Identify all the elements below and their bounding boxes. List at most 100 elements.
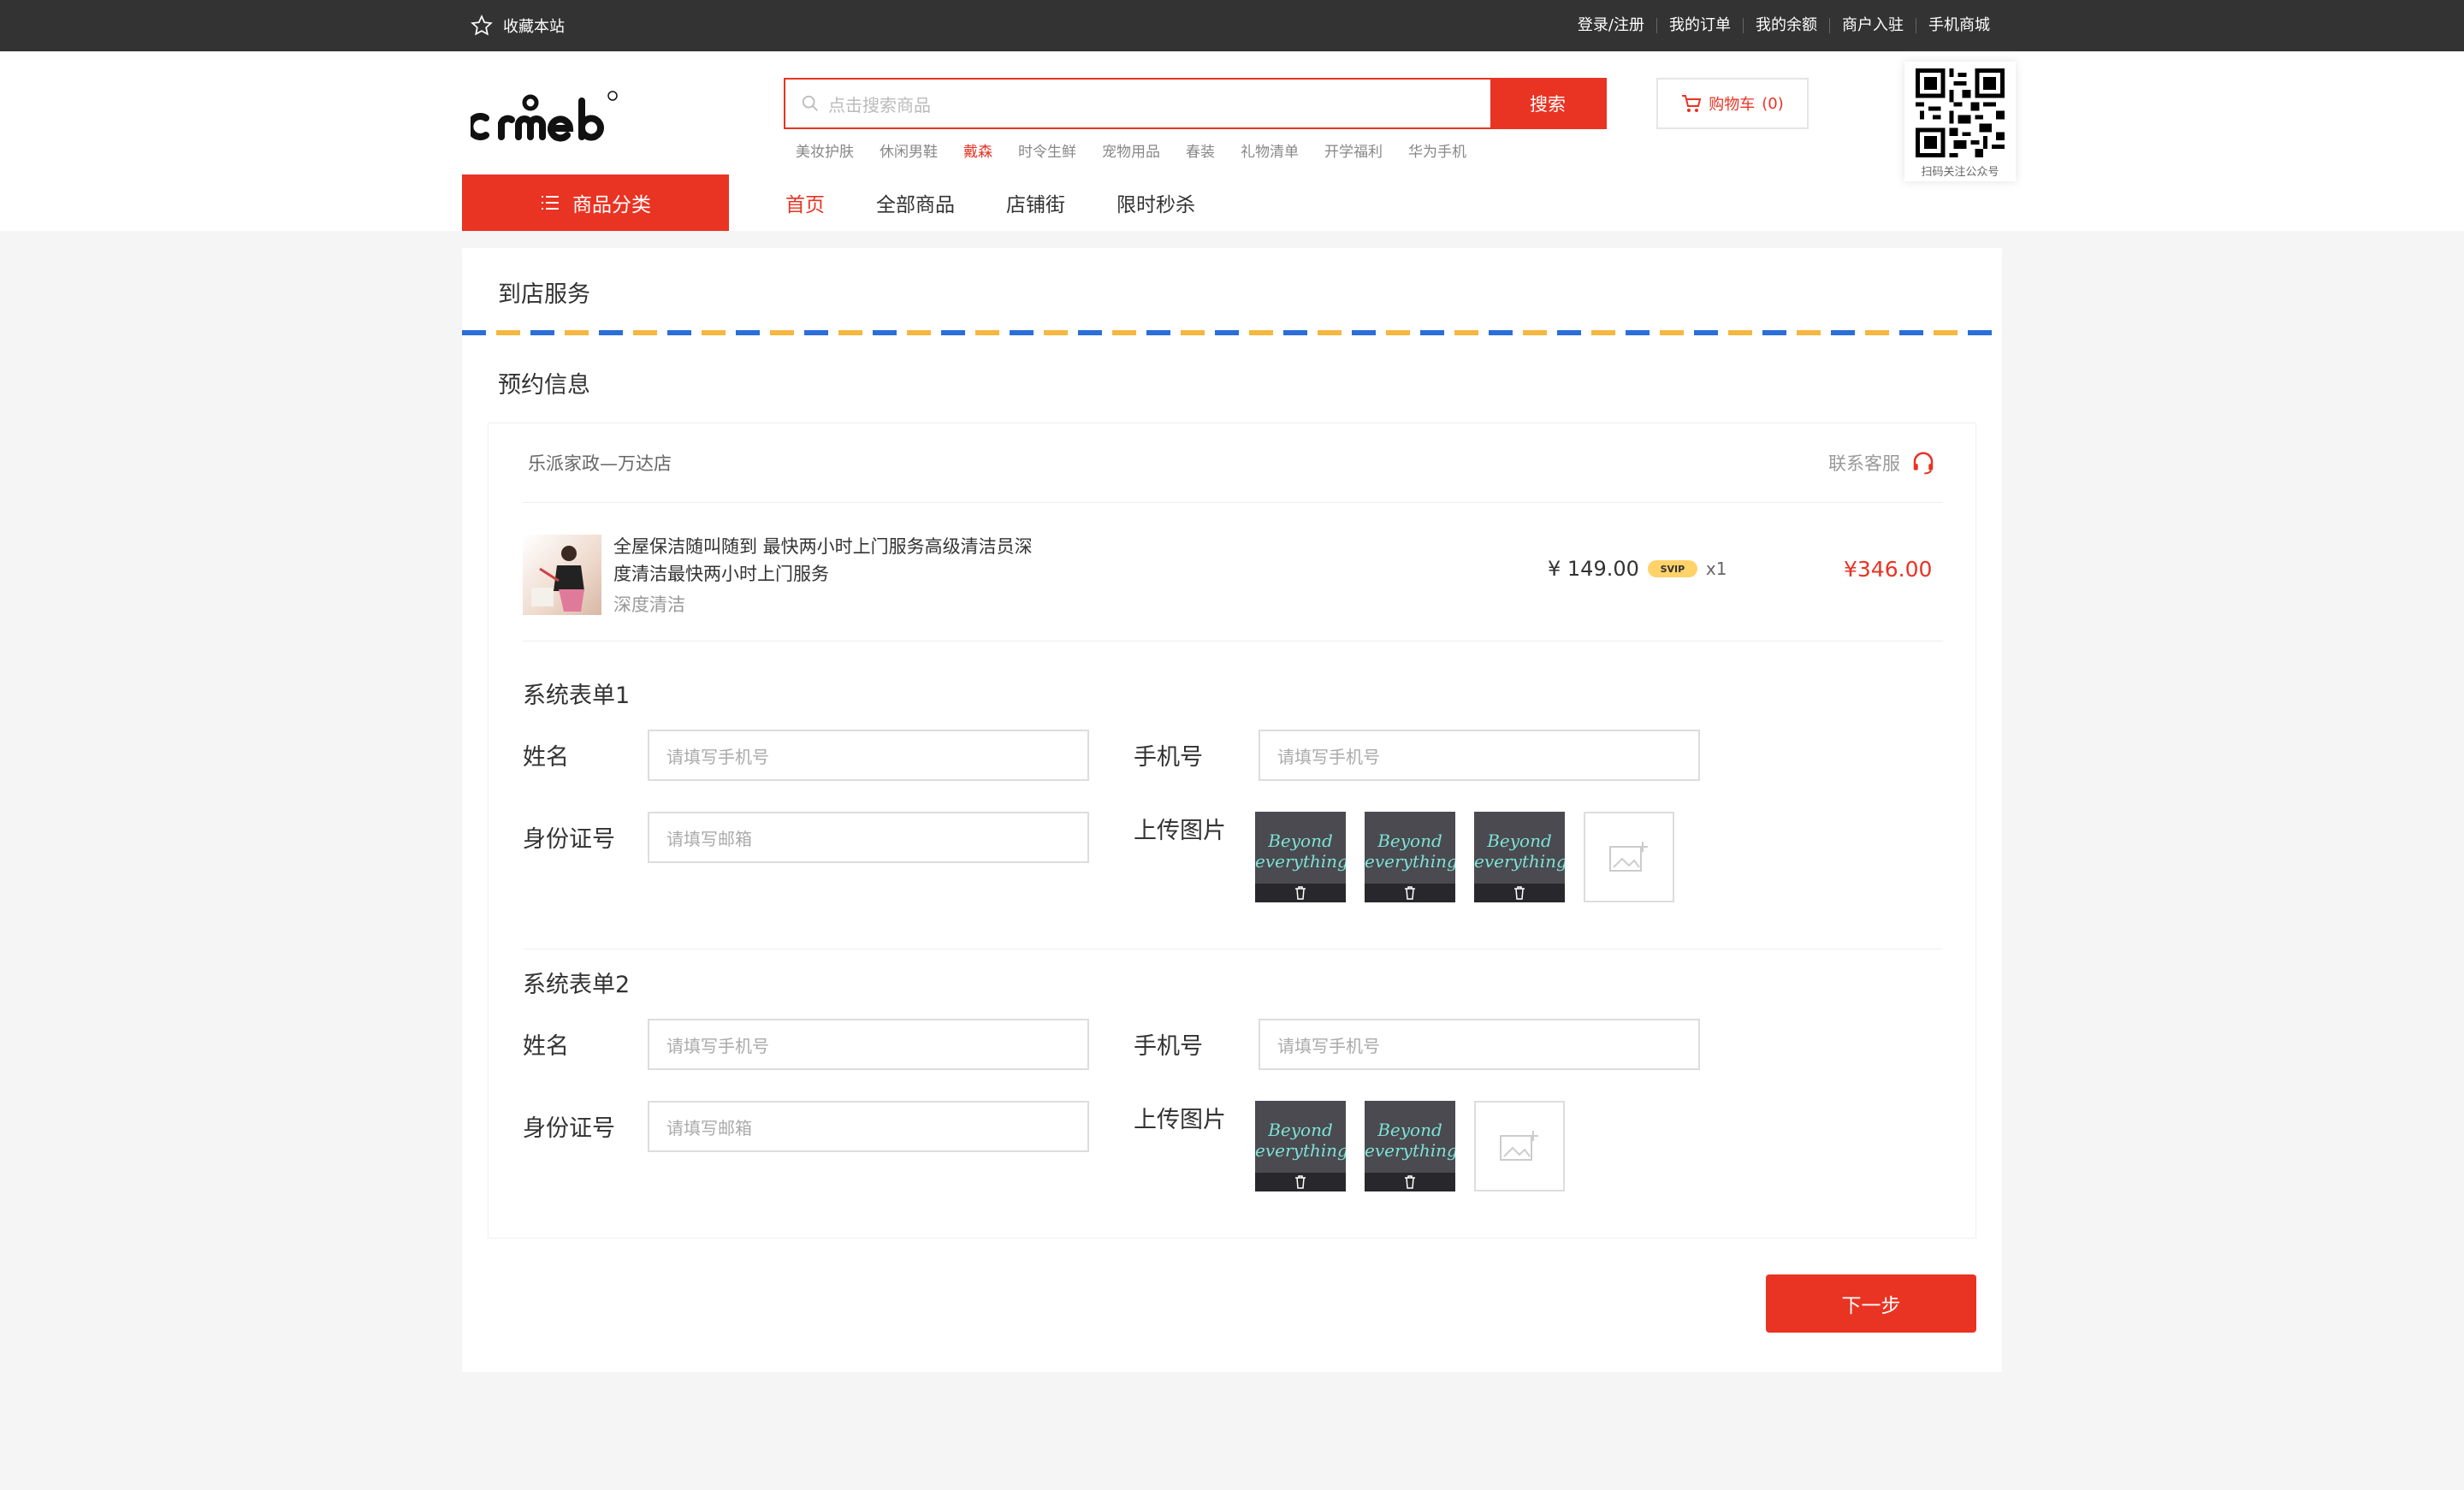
cart-count: (0): [1762, 94, 1784, 113]
delete-image-button[interactable]: [1365, 1173, 1455, 1191]
name-input[interactable]: 请填写手机号: [648, 730, 1089, 781]
phone-input[interactable]: 请填写手机号: [1259, 730, 1700, 781]
main-nav: 首页 全部商品 店铺街 限时秒杀: [785, 174, 1195, 231]
product-title[interactable]: 全屋保洁随叫随到 最快两小时上门服务高级清洁员深度清洁最快两小时上门服务: [613, 533, 1041, 588]
upload-label: 上传图片: [1134, 818, 1226, 844]
login-link[interactable]: 登录/注册: [1566, 18, 1656, 33]
hot-word[interactable]: 宠物用品: [1102, 139, 1160, 161]
search-button[interactable]: 搜索: [1490, 80, 1605, 127]
phone-label: 手机号: [1134, 744, 1203, 771]
crmeb-logo[interactable]: [471, 86, 625, 145]
next-step-button[interactable]: 下一步: [1766, 1274, 1976, 1333]
system-form-1: 系统表单1 姓名 请填写手机号 手机号 请填写手机号 身份证号 请填写邮箱 上传…: [523, 677, 1943, 959]
delete-image-button[interactable]: [1474, 884, 1565, 902]
search-input[interactable]: 点击搜索商品: [785, 80, 1490, 127]
cleaning-photo-icon: [531, 546, 584, 612]
name-placeholder: 请填写手机号: [666, 746, 769, 767]
divider: [523, 502, 1943, 503]
add-image-button[interactable]: [1474, 1101, 1565, 1191]
merchant-join-link[interactable]: 商户入驻: [1829, 18, 1916, 33]
product-total: ¥346.00: [1844, 557, 1933, 582]
nav-store-street[interactable]: 店铺街: [1006, 188, 1065, 217]
cart-button[interactable]: 购物车 (0): [1656, 78, 1809, 129]
name-label: 姓名: [523, 1033, 569, 1060]
add-image-icon: [1609, 842, 1648, 872]
cart-label: 购物车: [1709, 96, 1756, 114]
order-box: 乐派家政—万达店 联系客服 全屋保洁随叫随到 最快两小时上门服务高级清洁员深度清…: [488, 423, 1976, 1239]
search-placeholder: 点击搜索商品: [828, 94, 931, 115]
product-spec: 深度清洁: [613, 594, 685, 615]
mobile-mall-link[interactable]: 手机商城: [1916, 18, 2002, 33]
product-row: 全屋保洁随叫随到 最快两小时上门服务高级清洁员深度清洁最快两小时上门服务 深度清…: [489, 504, 1975, 641]
image-text: Beyond everything: [1365, 831, 1455, 872]
uploaded-image[interactable]: Beyond everything: [1474, 812, 1565, 902]
store-name[interactable]: 乐派家政—万达店: [528, 450, 672, 476]
nav-home[interactable]: 首页: [785, 188, 825, 217]
favorite-site[interactable]: 收藏本站: [471, 0, 565, 51]
hot-word-highlight[interactable]: 戴森: [963, 139, 992, 161]
delete-image-button[interactable]: [1255, 884, 1346, 902]
phone-placeholder: 请填写手机号: [1277, 746, 1380, 767]
hot-word[interactable]: 美妆护肤: [796, 139, 854, 161]
nav-all-products[interactable]: 全部商品: [876, 188, 955, 217]
list-icon: [542, 196, 559, 210]
divider: [523, 641, 1943, 642]
trash-icon: [1514, 886, 1525, 900]
svip-badge: SVIP: [1647, 560, 1697, 577]
nav-flash-sale[interactable]: 限时秒杀: [1116, 188, 1195, 217]
trash-icon: [1405, 1175, 1415, 1189]
phone-input[interactable]: 请填写手机号: [1259, 1019, 1700, 1070]
id-number-input[interactable]: 请填写邮箱: [648, 812, 1089, 863]
product-image[interactable]: [523, 535, 601, 615]
star-icon: [471, 15, 493, 36]
unit-price: ¥ 149.00: [1548, 557, 1639, 581]
uploaded-image[interactable]: Beyond everything: [1365, 812, 1455, 902]
name-label: 姓名: [523, 744, 569, 771]
system-form-2: 系统表单2 姓名 请填写手机号 手机号 请填写手机号 身份证号 请填写邮箱 上传…: [523, 966, 1943, 1231]
delete-image-button[interactable]: [1365, 884, 1455, 902]
section-title: 到店服务: [498, 281, 590, 308]
search-icon: [802, 95, 818, 111]
product-price: ¥ 149.00 SVIP x1: [1548, 557, 1727, 581]
name-input[interactable]: 请填写手机号: [648, 1019, 1089, 1070]
phone-label: 手机号: [1134, 1033, 1203, 1060]
category-button[interactable]: 商品分类: [462, 174, 729, 231]
id-number-placeholder: 请填写邮箱: [666, 828, 752, 849]
hot-word[interactable]: 开学福利: [1324, 139, 1383, 161]
hot-word[interactable]: 华为手机: [1408, 139, 1466, 161]
id-number-input[interactable]: 请填写邮箱: [648, 1101, 1089, 1152]
headset-icon: [1913, 452, 1934, 475]
add-image-button[interactable]: [1584, 812, 1674, 902]
trash-icon: [1295, 886, 1306, 900]
trash-icon: [1405, 886, 1415, 900]
image-text: Beyond everything: [1474, 831, 1565, 872]
top-links: 登录/注册 我的订单 我的余额 商户入驻 手机商城: [1566, 0, 2002, 51]
hot-words: 美妆护肤 休闲男鞋 戴森 时令生鲜 宠物用品 春装 礼物清单 开学福利 华为手机: [796, 139, 1466, 161]
category-label: 商品分类: [572, 194, 651, 216]
booking-title: 预约信息: [498, 372, 590, 399]
qr-caption: 扫码关注公众号: [1921, 166, 1999, 179]
uploaded-image[interactable]: Beyond everything: [1255, 812, 1346, 902]
uploaded-image[interactable]: Beyond everything: [1255, 1101, 1346, 1191]
delete-image-button[interactable]: [1255, 1173, 1346, 1191]
form-title: 系统表单2: [523, 972, 631, 998]
hot-word[interactable]: 礼物清单: [1241, 139, 1299, 161]
my-balance-link[interactable]: 我的余额: [1743, 18, 1829, 33]
id-number-label: 身份证号: [523, 1115, 615, 1142]
uploaded-images: Beyond everything Beyond everything: [1255, 1101, 1565, 1191]
contact-service-label: 联系客服: [1828, 453, 1900, 474]
phone-placeholder: 请填写手机号: [1277, 1035, 1380, 1056]
quantity: x1: [1705, 559, 1727, 579]
hot-word[interactable]: 时令生鲜: [1018, 139, 1076, 161]
uploaded-image[interactable]: Beyond everything: [1365, 1101, 1455, 1191]
favorite-label: 收藏本站: [503, 18, 565, 36]
id-number-label: 身份证号: [523, 826, 615, 853]
uploaded-images: Beyond everything Beyond everything Beyo…: [1255, 812, 1674, 902]
image-text: Beyond everything: [1255, 1120, 1346, 1161]
address-stripe: [462, 330, 2002, 335]
search-bar: 点击搜索商品 搜索: [784, 78, 1607, 129]
my-orders-link[interactable]: 我的订单: [1656, 18, 1743, 33]
hot-word[interactable]: 休闲男鞋: [880, 139, 938, 161]
contact-service[interactable]: 联系客服: [1828, 450, 1936, 476]
hot-word[interactable]: 春装: [1186, 139, 1215, 161]
